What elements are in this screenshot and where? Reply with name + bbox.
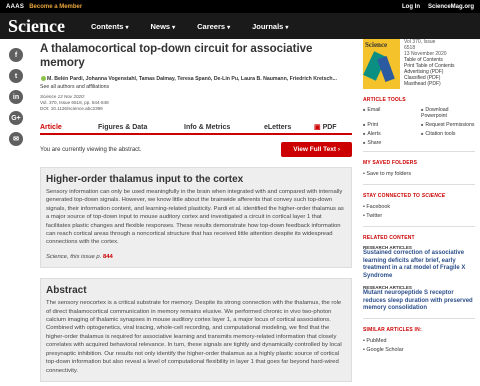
issue-page-link[interactable]: 844 bbox=[103, 254, 113, 260]
main-navbar: Science Contents ▾ News ▾ Careers ▾ Journal… bbox=[0, 13, 480, 39]
article-main: A thalamocortical top-down circuit for a… bbox=[40, 39, 352, 382]
top-utility-bar: AAAS Become a Member Log In ScienceMag.o… bbox=[0, 0, 480, 13]
issue-reference: Science, this issue p. 844 bbox=[46, 253, 113, 260]
article-tools: ARTICLE TOOLS Email Download Powerpoint … bbox=[363, 97, 475, 146]
saved-folders: MY SAVED FOLDERS Save to my folders bbox=[363, 160, 475, 179]
sciencemag-link[interactable]: ScienceMag.org bbox=[428, 4, 474, 10]
linkedin-icon[interactable]: in bbox=[9, 90, 23, 104]
tab-info[interactable]: Info & Metrics bbox=[184, 124, 264, 131]
googleplus-icon[interactable]: G+ bbox=[9, 111, 23, 125]
chevron-right-icon: › bbox=[337, 146, 340, 153]
author-list[interactable]: M. Belén Pardi, Johanna Vogenstahl, Tama… bbox=[40, 75, 352, 91]
login-link[interactable]: Log In bbox=[402, 4, 420, 10]
share-bar: f t in G+ ✉ bbox=[9, 48, 23, 146]
tool-email[interactable]: Email bbox=[363, 107, 417, 119]
related-article-1[interactable]: Sustained correction of associative lear… bbox=[363, 250, 475, 280]
tab-pdf[interactable]: ▣ PDF bbox=[314, 123, 337, 131]
nav-contents[interactable]: Contents ▾ bbox=[91, 22, 129, 31]
summary-text: Sensory information can only be used mea… bbox=[46, 189, 344, 246]
view-note: You are currently viewing the abstract. … bbox=[40, 142, 352, 157]
tab-figures[interactable]: Figures & Data bbox=[98, 124, 184, 131]
abstract-text: The sensory neocortex is a critical subs… bbox=[46, 300, 342, 374]
facebook-icon[interactable]: f bbox=[9, 48, 23, 62]
google-scholar-link[interactable]: Google Scholar bbox=[363, 346, 475, 355]
save-to-folders-link[interactable]: Save to my folders bbox=[363, 170, 475, 179]
summary-heading: Higher-order thalamus input to the corte… bbox=[46, 174, 244, 185]
tool-download-ppt[interactable]: Download Powerpoint bbox=[421, 107, 475, 119]
chevron-down-icon: ▾ bbox=[285, 24, 289, 31]
issue-meta: Vol 370, Issue 6518 13 November 2020 Tab… bbox=[404, 39, 455, 87]
twitter-icon[interactable]: t bbox=[9, 69, 23, 83]
related-article-2[interactable]: Mutant neuropeptide S receptor reduces s… bbox=[363, 290, 475, 313]
cover-logo: Science bbox=[365, 41, 388, 49]
tool-print[interactable]: Print bbox=[363, 122, 417, 128]
article-tabs: Article Figures & Data Info & Metrics eL… bbox=[40, 121, 352, 135]
email-icon[interactable]: ✉ bbox=[9, 132, 23, 146]
aaas-logo[interactable]: AAAS bbox=[6, 4, 24, 10]
issue-cover-image[interactable]: Science bbox=[363, 39, 400, 89]
related-content: RELATED CONTENT RESEARCH ARTICLES Sustai… bbox=[363, 235, 475, 313]
tool-permissions[interactable]: Request Permissions bbox=[421, 122, 475, 128]
abstract-section: Abstract The sensory neocortex is a crit… bbox=[40, 278, 352, 382]
stay-connected: STAY CONNECTED TO SCIENCE Facebook Twitt… bbox=[363, 193, 475, 221]
see-all-authors-link[interactable]: See all authors and affiliations bbox=[40, 84, 109, 90]
pubmed-link[interactable]: PubMed bbox=[363, 337, 475, 346]
pdf-icon: ▣ bbox=[314, 124, 321, 131]
editor-summary: Higher-order thalamus input to the corte… bbox=[40, 167, 352, 269]
tab-eletters[interactable]: eLetters bbox=[264, 124, 314, 131]
masthead-link[interactable]: Masthead (PDF) bbox=[404, 81, 455, 87]
facebook-link[interactable]: Facebook bbox=[363, 203, 475, 212]
article-title: A thalamocortical top-down circuit for a… bbox=[40, 43, 313, 69]
chevron-down-icon: ▾ bbox=[227, 24, 231, 31]
tool-alerts[interactable]: Alerts bbox=[363, 131, 417, 137]
abstract-heading: Abstract bbox=[46, 285, 87, 297]
citation-meta: Science 13 Nov 2020: Vol. 370, Issue 651… bbox=[40, 94, 109, 111]
nav-careers[interactable]: Careers ▾ bbox=[197, 22, 230, 31]
tool-share[interactable]: Share bbox=[363, 140, 417, 146]
sidebar: Science Vol 370, Issue 6518 13 November … bbox=[363, 39, 475, 355]
become-member-link[interactable]: Become a Member bbox=[29, 4, 82, 10]
view-full-text-button[interactable]: View Full Text › bbox=[281, 142, 352, 157]
nav-news[interactable]: News ▾ bbox=[151, 22, 176, 31]
twitter-link[interactable]: Twitter bbox=[363, 212, 475, 221]
orcid-icon bbox=[41, 76, 46, 82]
chevron-down-icon: ▾ bbox=[125, 24, 129, 31]
similar-articles: SIMILAR ARTICLES IN: PubMed Google Schol… bbox=[363, 327, 475, 355]
tab-article[interactable]: Article bbox=[40, 124, 98, 131]
issue-cover-block: Science Vol 370, Issue 6518 13 November … bbox=[363, 39, 475, 89]
science-logo[interactable]: Science bbox=[8, 16, 65, 37]
tool-citation[interactable]: Citation tools bbox=[421, 131, 475, 137]
chevron-down-icon: ▾ bbox=[172, 24, 176, 31]
nav-journals[interactable]: Journals ▾ bbox=[252, 22, 288, 31]
